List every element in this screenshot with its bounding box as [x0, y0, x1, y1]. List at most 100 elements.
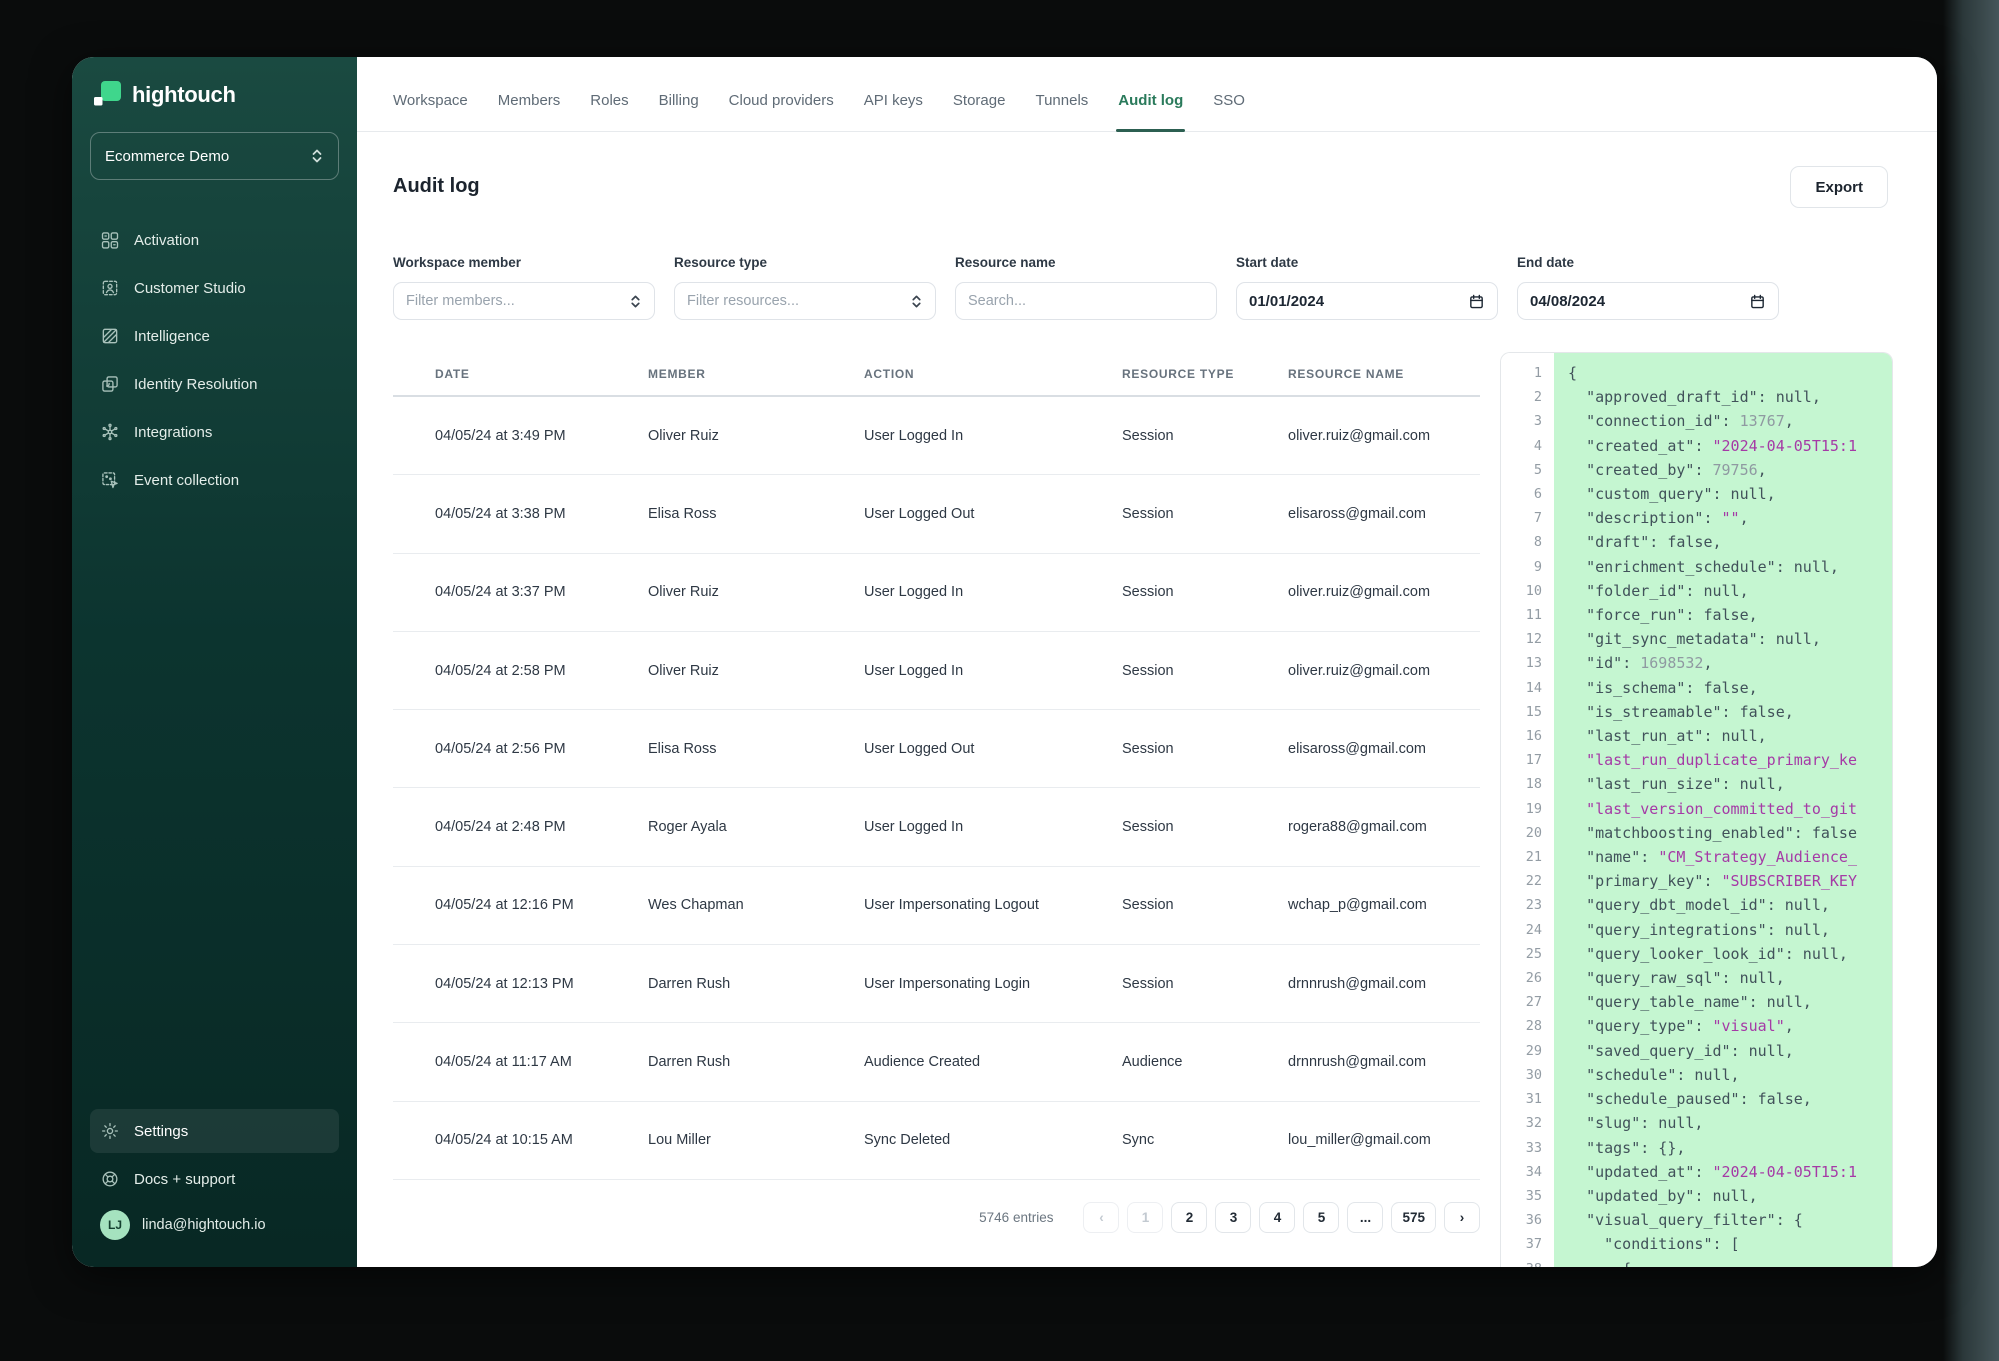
- next-page-button[interactable]: ›: [1444, 1202, 1480, 1233]
- user-account[interactable]: LJ linda@hightouch.io: [90, 1201, 339, 1249]
- filter-workspace-member: Workspace memberFilter members...: [393, 255, 655, 320]
- filter-value: 01/01/2024: [1249, 293, 1324, 310]
- user-email: linda@hightouch.io: [142, 1217, 266, 1233]
- code-line: "query_raw_sql": null,: [1568, 966, 1892, 990]
- page-button-575[interactable]: 575: [1391, 1202, 1436, 1233]
- date-input[interactable]: 04/08/2024: [1517, 282, 1779, 320]
- sidebar-item-customer-studio[interactable]: Customer Studio: [90, 266, 339, 310]
- cell-resource-name: wchap_p@gmail.com: [1288, 897, 1480, 913]
- table-row[interactable]: 04/05/24 at 12:16 PMWes ChapmanUser Impe…: [393, 867, 1480, 945]
- line-number: 16: [1501, 724, 1542, 748]
- avatar: LJ: [100, 1210, 130, 1240]
- cell-action: User Impersonating Logout: [864, 897, 1122, 913]
- cell-resource-type: Session: [1122, 428, 1288, 444]
- column-header-action: ACTION: [864, 367, 1122, 381]
- filter-start-date: Start date01/01/2024: [1236, 255, 1498, 320]
- code-line: "force_run": false,: [1568, 603, 1892, 627]
- line-number: 38: [1501, 1257, 1542, 1267]
- filter-select[interactable]: Filter members...: [393, 282, 655, 320]
- sidebar-item-identity-resolution[interactable]: Identity Resolution: [90, 362, 339, 406]
- page-button-5[interactable]: 5: [1303, 1202, 1339, 1233]
- settings-tabs: Workspace Members Roles Billing Cloud provid…: [357, 57, 1937, 132]
- json-code[interactable]: { "approved_draft_id": null, "connection…: [1554, 353, 1892, 1267]
- code-line: "saved_query_id": null,: [1568, 1039, 1892, 1063]
- tab-cloud-providers[interactable]: Cloud providers: [729, 92, 834, 131]
- tab-storage[interactable]: Storage: [953, 92, 1006, 131]
- table-row[interactable]: 04/05/24 at 10:15 AMLou MillerSync Delet…: [393, 1102, 1480, 1180]
- code-line: "updated_by": null,: [1568, 1184, 1892, 1208]
- tab-api-keys[interactable]: API keys: [864, 92, 923, 131]
- cell-member: Roger Ayala: [648, 819, 864, 835]
- cell-action: Audience Created: [864, 1054, 1122, 1070]
- calendar-icon: [1749, 293, 1766, 310]
- tab-audit-log[interactable]: Audit log: [1118, 92, 1183, 131]
- line-number: 1: [1501, 361, 1542, 385]
- tab-workspace[interactable]: Workspace: [393, 92, 468, 131]
- search-input[interactable]: Search...: [955, 282, 1217, 320]
- sidebar-item-intelligence[interactable]: Intelligence: [90, 314, 339, 358]
- line-number: 18: [1501, 772, 1542, 796]
- filter-end-date: End date04/08/2024: [1517, 255, 1779, 320]
- prev-page-button: ‹: [1083, 1202, 1119, 1233]
- table-row[interactable]: 04/05/24 at 3:49 PMOliver RuizUser Logge…: [393, 397, 1480, 475]
- table-row[interactable]: 04/05/24 at 2:58 PMOliver RuizUser Logge…: [393, 632, 1480, 710]
- tab-billing[interactable]: Billing: [659, 92, 699, 131]
- column-header-member: MEMBER: [648, 367, 864, 381]
- sidebar-item-settings[interactable]: Settings: [90, 1109, 339, 1153]
- cell-resource-type: Session: [1122, 897, 1288, 913]
- filter-label: Resource name: [955, 255, 1217, 270]
- cell-date: 04/05/24 at 3:38 PM: [435, 506, 648, 522]
- cell-date: 04/05/24 at 12:16 PM: [435, 897, 648, 913]
- line-number: 23: [1501, 893, 1542, 917]
- workspace-selector[interactable]: Ecommerce Demo: [90, 132, 339, 180]
- sidebar-item-activation[interactable]: Activation: [90, 218, 339, 262]
- cell-resource-type: Session: [1122, 741, 1288, 757]
- cell-member: Oliver Ruiz: [648, 663, 864, 679]
- code-line: "query_integrations": null,: [1568, 918, 1892, 942]
- table-row[interactable]: 04/05/24 at 12:13 PMDarren RushUser Impe…: [393, 945, 1480, 1023]
- code-line: "query_type": "visual",: [1568, 1014, 1892, 1038]
- table-body: 04/05/24 at 3:49 PMOliver RuizUser Logge…: [393, 397, 1480, 1180]
- chevron-up-down-icon: [910, 294, 923, 309]
- table-row[interactable]: 04/05/24 at 11:17 AMDarren RushAudience …: [393, 1023, 1480, 1101]
- cell-resource-name: lou_miller@gmail.com: [1288, 1132, 1480, 1148]
- table-row[interactable]: 04/05/24 at 2:56 PMElisa RossUser Logged…: [393, 710, 1480, 788]
- date-input[interactable]: 01/01/2024: [1236, 282, 1498, 320]
- audit-log-table: DATEMEMBERACTIONRESOURCE TYPERESOURCE NA…: [393, 352, 1480, 1180]
- table-header: DATEMEMBERACTIONRESOURCE TYPERESOURCE NA…: [393, 352, 1480, 397]
- code-line: "slug": null,: [1568, 1111, 1892, 1135]
- tab-sso[interactable]: SSO: [1213, 92, 1245, 131]
- page-button-2[interactable]: 2: [1171, 1202, 1207, 1233]
- tab-tunnels[interactable]: Tunnels: [1035, 92, 1088, 131]
- cell-resource-name: drnnrush@gmail.com: [1288, 976, 1480, 992]
- code-line: "name": "CM_Strategy_Audience_: [1568, 845, 1892, 869]
- table-row[interactable]: 04/05/24 at 3:38 PMElisa RossUser Logged…: [393, 475, 1480, 553]
- cell-action: User Logged Out: [864, 741, 1122, 757]
- column-header-resource-type: RESOURCE TYPE: [1122, 367, 1288, 381]
- page-button-4[interactable]: 4: [1259, 1202, 1295, 1233]
- tab-members[interactable]: Members: [498, 92, 561, 131]
- line-number: 31: [1501, 1087, 1542, 1111]
- code-line: "draft": false,: [1568, 530, 1892, 554]
- line-number: 12: [1501, 627, 1542, 651]
- sidebar-item-integrations[interactable]: Integrations: [90, 410, 339, 454]
- line-number: 35: [1501, 1184, 1542, 1208]
- code-line: "last_run_at": null,: [1568, 724, 1892, 748]
- line-number: 5: [1501, 458, 1542, 482]
- line-number: 25: [1501, 942, 1542, 966]
- sidebar-item-docs-support[interactable]: Docs + support: [90, 1157, 339, 1201]
- line-number: 19: [1501, 797, 1542, 821]
- code-line: "schedule": null,: [1568, 1063, 1892, 1087]
- app-logo: hightouch: [90, 81, 339, 108]
- nav-item-label: Activation: [134, 232, 199, 249]
- filter-select[interactable]: Filter resources...: [674, 282, 936, 320]
- page-button-3[interactable]: 3: [1215, 1202, 1251, 1233]
- table-row[interactable]: 04/05/24 at 2:48 PMRoger AyalaUser Logge…: [393, 788, 1480, 866]
- sidebar-item-event-collection[interactable]: Event collection: [90, 458, 339, 502]
- table-row[interactable]: 04/05/24 at 3:37 PMOliver RuizUser Logge…: [393, 554, 1480, 632]
- page-buttons: ‹12345...575›: [1083, 1202, 1480, 1233]
- export-button[interactable]: Export: [1790, 166, 1888, 208]
- code-line: "created_at": "2024-04-05T15:1: [1568, 434, 1892, 458]
- page-ellipsis-button[interactable]: ...: [1347, 1202, 1383, 1233]
- tab-roles[interactable]: Roles: [590, 92, 628, 131]
